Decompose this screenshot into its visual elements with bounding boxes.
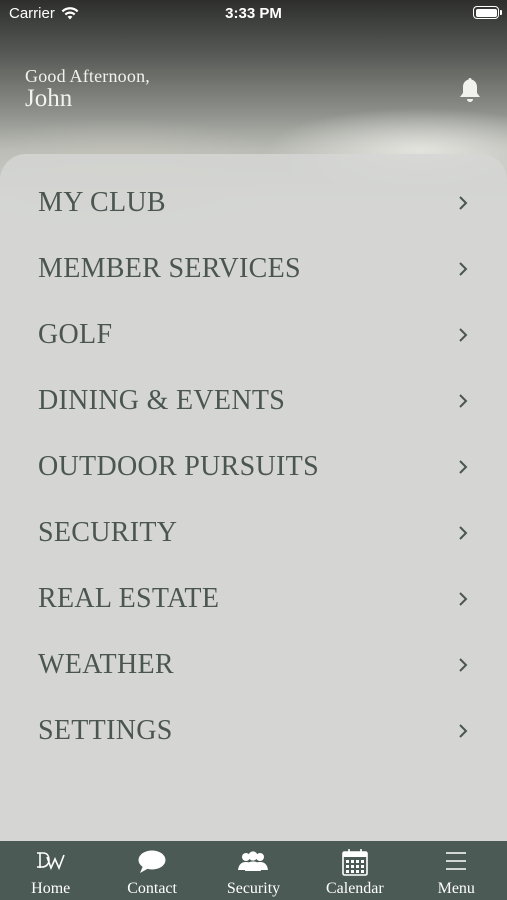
bottom-tab-bar: Home Contact Security Calendar Menu	[0, 841, 507, 900]
clock: 3:33 PM	[225, 5, 282, 22]
home-logo-icon	[36, 852, 65, 871]
menu-item-real-estate[interactable]: REAL ESTATE	[0, 566, 507, 632]
menu-item-label: GOLF	[38, 319, 113, 350]
tab-contact[interactable]: Contact	[101, 841, 202, 900]
greeting-text: Good Afternoon,	[25, 66, 150, 86]
chevron-right-icon	[459, 262, 468, 276]
hamburger-icon	[446, 852, 467, 870]
tab-label: Home	[31, 880, 71, 897]
status-bar: Carrier 3:33 PM	[0, 0, 507, 30]
menu-item-outdoor-pursuits[interactable]: OUTDOOR PURSUITS	[0, 434, 507, 500]
tab-label: Contact	[127, 880, 177, 897]
menu-item-label: MEMBER SERVICES	[38, 253, 301, 284]
menu-item-label: DINING & EVENTS	[38, 385, 286, 416]
menu-item-label: REAL ESTATE	[38, 583, 220, 614]
menu-item-member-services[interactable]: MEMBER SERVICES	[0, 236, 507, 302]
chevron-right-icon	[459, 526, 468, 540]
battery-icon	[473, 6, 502, 19]
menu-item-label: WEATHER	[38, 649, 174, 680]
chevron-right-icon	[459, 394, 468, 408]
bell-icon[interactable]	[457, 76, 483, 104]
tab-label: Security	[226, 880, 281, 897]
tab-home[interactable]: Home	[0, 841, 101, 900]
menu-item-weather[interactable]: WEATHER	[0, 632, 507, 698]
main-menu-panel: MY CLUB MEMBER SERVICES GOLF DINING & EV…	[0, 154, 507, 844]
chat-bubble-icon	[138, 850, 166, 873]
tab-calendar[interactable]: Calendar	[304, 841, 405, 900]
menu-item-my-club[interactable]: MY CLUB	[0, 170, 507, 236]
chevron-right-icon	[459, 724, 468, 738]
chevron-right-icon	[459, 196, 468, 210]
menu-item-dining-events[interactable]: DINING & EVENTS	[0, 368, 507, 434]
tab-label: Calendar	[325, 880, 384, 897]
chevron-right-icon	[459, 460, 468, 474]
user-name: John	[25, 85, 73, 112]
people-icon	[238, 851, 269, 871]
tab-menu[interactable]: Menu	[406, 841, 507, 900]
menu-item-label: SETTINGS	[38, 715, 173, 746]
menu-item-label: MY CLUB	[38, 187, 166, 218]
menu-item-label: OUTDOOR PURSUITS	[38, 451, 319, 482]
menu-item-golf[interactable]: GOLF	[0, 302, 507, 368]
chevron-right-icon	[459, 658, 468, 672]
menu-item-settings[interactable]: SETTINGS	[0, 698, 507, 764]
calendar-icon	[342, 849, 368, 876]
menu-item-label: SECURITY	[38, 517, 178, 548]
tab-label: Menu	[437, 880, 475, 897]
chevron-right-icon	[459, 592, 468, 606]
chevron-right-icon	[459, 328, 468, 342]
tab-security[interactable]: Security	[203, 841, 304, 900]
greeting: Good Afternoon, John	[25, 66, 150, 113]
menu-item-security[interactable]: SECURITY	[0, 500, 507, 566]
